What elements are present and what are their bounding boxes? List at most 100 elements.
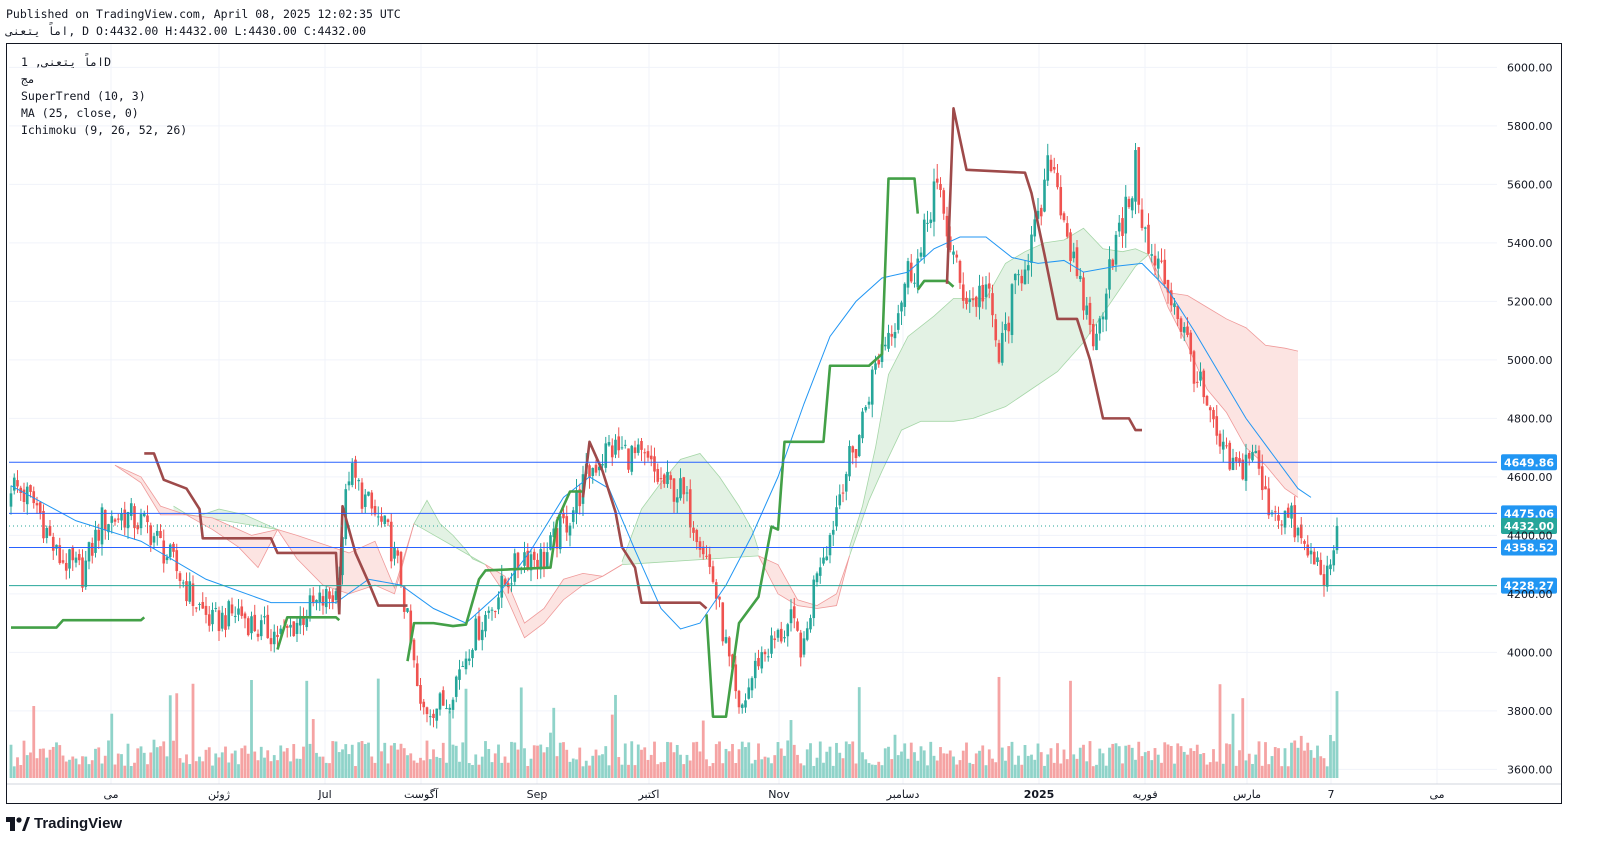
volume-bar <box>994 762 998 778</box>
candle-body <box>477 616 481 640</box>
candle-body <box>328 591 331 599</box>
volume-bar <box>1212 749 1215 778</box>
volume-bar <box>549 732 552 778</box>
volume-bar <box>669 742 673 778</box>
candle-body <box>965 297 968 304</box>
volume-bar <box>380 751 383 778</box>
candle-body <box>321 596 325 606</box>
price-chart[interactable]: 4649.864475.064432.004358.524228.273600.… <box>7 44 1561 803</box>
chart-frame[interactable]: 4649.86 4475.06 4432.00 4358.52 4228.27 3600.… <box>6 43 1562 804</box>
candle-body <box>1082 277 1085 311</box>
volume-bar <box>776 742 780 778</box>
candle-body <box>51 536 55 551</box>
volume-bar <box>1251 763 1254 778</box>
volume-bar <box>773 755 777 778</box>
candle-body <box>909 262 913 282</box>
candle-body <box>718 596 721 600</box>
volume-bar <box>721 763 725 778</box>
candle-body <box>991 293 994 316</box>
y-tick-label: 5400.00 <box>1507 237 1553 250</box>
candle-body <box>84 560 88 587</box>
volume-bar <box>172 740 175 778</box>
candle-body <box>1056 172 1059 188</box>
candle-body <box>1254 451 1258 454</box>
volume-bar <box>45 757 49 778</box>
candle-body <box>38 502 42 514</box>
volume-bar <box>731 744 734 778</box>
candle-body <box>1117 222 1121 232</box>
volume-bar <box>1108 747 1111 778</box>
volume-bar <box>1241 698 1245 778</box>
candle-body <box>779 628 783 642</box>
volume-bar <box>1283 748 1287 778</box>
candle-body <box>705 555 708 557</box>
legend-ichimoku[interactable]: Ichimoku (9, 26, 52, 26) <box>21 123 187 137</box>
candle-body <box>825 556 829 561</box>
volume-bar <box>350 744 354 778</box>
volume-bar <box>461 742 465 778</box>
candle-body <box>1290 505 1293 519</box>
volume-bar <box>295 758 299 778</box>
y-tick-label: 4600.00 <box>1507 471 1553 484</box>
volume-bar <box>120 754 123 778</box>
volume-bar <box>503 756 507 778</box>
volume-bar <box>1004 760 1007 778</box>
volume-bar <box>1322 758 1326 778</box>
candle-body <box>1114 234 1118 265</box>
volume-bar <box>555 756 559 778</box>
volume-bar <box>623 743 627 778</box>
volume-bar <box>94 748 97 778</box>
volume-bar <box>25 755 29 778</box>
candle-body <box>848 445 851 477</box>
volume-bar <box>42 748 45 778</box>
candle-body <box>1286 507 1290 518</box>
candle-body <box>422 701 426 708</box>
x-tick-label: آگوست <box>404 787 439 801</box>
volume-bar <box>575 759 578 778</box>
volume-bar <box>984 765 988 778</box>
candle-body <box>822 557 825 564</box>
volume-bar <box>978 750 981 778</box>
volume-bar <box>510 741 513 778</box>
candle-body <box>1195 381 1199 383</box>
volume-bar <box>61 755 65 778</box>
volume-bar <box>786 740 790 778</box>
volume-bar <box>705 759 708 778</box>
candle-body <box>74 557 78 563</box>
legend-ma[interactable]: MA (25, close, 0) <box>21 106 139 120</box>
volume-bar <box>16 757 19 778</box>
candle-body <box>903 283 907 307</box>
candle-body <box>1215 416 1219 436</box>
volume-bar <box>799 763 803 778</box>
volume-bar <box>913 752 916 778</box>
volume-bar <box>100 763 104 778</box>
candle-body <box>682 477 686 495</box>
volume-bar <box>389 745 393 778</box>
candle-body <box>669 475 673 480</box>
volume-bar <box>1085 761 1089 778</box>
volume-bar <box>1082 744 1085 778</box>
candle-body <box>230 604 234 614</box>
candle-body <box>155 530 159 536</box>
volume-bar <box>311 719 315 778</box>
volume-bar <box>383 742 387 778</box>
candle-body <box>389 521 393 562</box>
candle-body <box>971 298 975 301</box>
candle-body <box>175 550 179 572</box>
volume-bar <box>116 753 120 778</box>
candle-body <box>1322 574 1326 586</box>
volume-bar <box>263 757 266 778</box>
volume-bar <box>805 749 809 778</box>
candle-body <box>383 515 387 525</box>
volume-bar <box>1052 762 1056 778</box>
price-label: 4358.52 <box>1504 542 1554 555</box>
volume-bar <box>571 758 575 778</box>
candle-body <box>295 622 299 634</box>
candle-body <box>952 251 955 255</box>
volume-bar <box>1049 748 1053 778</box>
candle-body <box>360 482 364 509</box>
legend-supertrend[interactable]: SuperTrend (10, 3) <box>21 89 146 103</box>
volume-bar <box>487 748 491 778</box>
volume-bar <box>1215 761 1219 778</box>
candle-body <box>1208 407 1212 411</box>
